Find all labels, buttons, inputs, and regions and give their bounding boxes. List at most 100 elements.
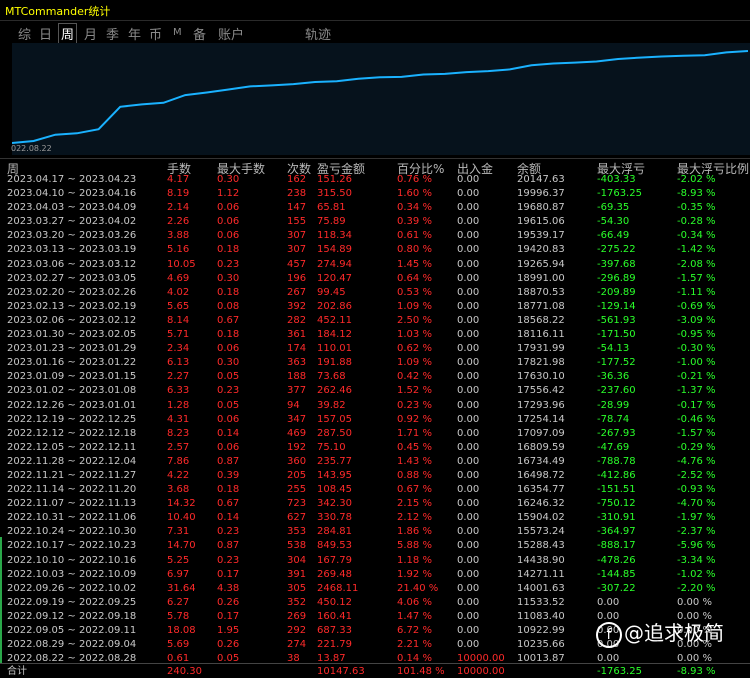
cell-deposit: 0.00 (457, 216, 480, 228)
table-row[interactable]: 2022.10.24 ~ 2022.10.30 7.31 0.23 353 284.81… (0, 525, 750, 539)
cell-lots: 6.27 (167, 596, 190, 608)
cell-max-drawdown-pct: -2.20 % (677, 582, 716, 594)
cell-trades: 147 (287, 202, 307, 214)
cell-balance: 17931.99 (517, 343, 565, 355)
table-row[interactable]: 2023.03.27 ~ 2023.04.02 2.26 0.06 155 75.89 0… (0, 215, 750, 229)
cell-percent: 1.86 % (397, 526, 432, 538)
footer-label: 合计 (7, 666, 27, 677)
cell-max-drawdown-pct: 0.00 % (677, 596, 712, 608)
cell-max-drawdown: -397.68 (597, 258, 636, 270)
cell-deposit: 0.00 (457, 582, 480, 594)
table-row[interactable]: 2023.02.27 ~ 2023.03.05 4.69 0.30 196 120.47… (0, 272, 750, 286)
cell-max-lots: 0.05 (217, 371, 240, 383)
table-row[interactable]: 2023.04.03 ~ 2023.04.09 2.14 0.06 147 65.81 0… (0, 201, 750, 215)
table-row[interactable]: 2022.12.12 ~ 2022.12.18 8.23 0.14 469 287.50… (0, 427, 750, 441)
cell-max-drawdown-pct: -4.70 % (677, 498, 716, 510)
cell-week: 2023.04.10 ~ 2023.04.16 (7, 188, 137, 200)
table-row[interactable]: 2022.10.31 ~ 2022.11.06 10.40 0.14 627 330.7… (0, 511, 750, 525)
cell-week: 2022.10.10 ~ 2022.10.16 (7, 554, 137, 566)
tab-day[interactable]: 日 (39, 24, 52, 43)
table-row[interactable]: 2023.03.06 ~ 2023.03.12 10.05 0.23 457 274.9… (0, 258, 750, 272)
cell-trades: 192 (287, 441, 307, 453)
cell-deposit: 0.00 (457, 188, 480, 200)
cell-lots: 4.22 (167, 469, 190, 481)
tab-notes[interactable]: 备 (193, 24, 206, 43)
tab-summary[interactable]: 综 (18, 24, 31, 43)
balance-line-plot (12, 50, 749, 144)
tab-year[interactable]: 年 (128, 24, 141, 43)
cell-lots: 7.31 (167, 526, 190, 538)
cell-max-lots: 0.30 (217, 174, 240, 185)
cell-lots: 4.69 (167, 272, 190, 284)
cell-max-lots: 0.67 (217, 314, 240, 326)
cell-percent: 2.15 % (397, 498, 432, 510)
cell-lots: 2.27 (167, 371, 190, 383)
tab-account[interactable]: 账户 (218, 24, 244, 43)
period-tabs: 综 日 周 月 季 年 币 M 备 账户 轨迹 (0, 22, 750, 44)
table-row[interactable]: 2023.01.30 ~ 2023.02.05 5.71 0.18 361 184.12… (0, 328, 750, 342)
table-row[interactable]: 2022.10.17 ~ 2022.10.23 14.70 0.87 538 849.5… (0, 539, 750, 553)
table-row[interactable]: 2022.10.10 ~ 2022.10.16 5.25 0.23 304 167.79… (0, 554, 750, 568)
cell-max-lots: 0.23 (217, 526, 240, 538)
table-row[interactable]: 2022.11.28 ~ 2022.12.04 7.86 0.87 360 235.77… (0, 455, 750, 469)
cell-week: 2023.04.03 ~ 2023.04.09 (7, 202, 137, 214)
cell-deposit: 0.00 (457, 540, 480, 552)
cell-balance: 10235.66 (517, 639, 565, 651)
cell-week: 2023.03.20 ~ 2023.03.26 (7, 230, 137, 242)
table-row[interactable]: 2023.04.10 ~ 2023.04.16 8.19 1.12 238 315.50… (0, 187, 750, 201)
tab-quarter[interactable]: 季 (106, 24, 119, 43)
table-row[interactable]: 2022.11.07 ~ 2022.11.13 14.32 0.67 723 342.3… (0, 497, 750, 511)
cell-week: 2022.10.31 ~ 2022.11.06 (7, 512, 137, 524)
cell-balance: 17254.14 (517, 413, 565, 425)
cell-balance: 19265.94 (517, 258, 565, 270)
table-row[interactable]: 2022.11.14 ~ 2022.11.20 3.68 0.18 255 108.45… (0, 483, 750, 497)
cell-balance: 19539.17 (517, 230, 565, 242)
table-row[interactable]: 2023.03.13 ~ 2023.03.19 5.16 0.18 307 154.89… (0, 243, 750, 257)
cell-max-lots: 0.06 (217, 202, 240, 214)
tab-magic[interactable]: M (173, 27, 182, 38)
cell-max-lots: 0.06 (217, 413, 240, 425)
table-row[interactable]: 2022.12.19 ~ 2022.12.25 4.31 0.06 347 157.05… (0, 413, 750, 427)
cell-max-drawdown-pct: -0.30 % (677, 343, 716, 355)
tab-month[interactable]: 月 (84, 24, 97, 43)
table-row[interactable]: 2023.04.17 ~ 2023.04.23 4.17 0.30 162 151.26… (0, 173, 750, 187)
cell-profit: 221.79 (317, 639, 352, 651)
table-row[interactable]: 2022.09.19 ~ 2022.09.25 6.27 0.26 352 450.12… (0, 596, 750, 610)
cell-lots: 31.64 (167, 582, 196, 594)
table-row[interactable]: 2023.01.02 ~ 2023.01.08 6.33 0.23 377 262.46… (0, 384, 750, 398)
cell-profit: 191.88 (317, 357, 352, 369)
table-row[interactable]: 2023.02.06 ~ 2023.02.12 8.14 0.67 282 452.11… (0, 314, 750, 328)
cell-percent: 5.88 % (397, 540, 432, 552)
cell-max-drawdown: -364.97 (597, 526, 636, 538)
table-row[interactable]: 2023.03.20 ~ 2023.03.26 3.88 0.06 307 118.34… (0, 229, 750, 243)
cell-week: 2023.01.09 ~ 2023.01.15 (7, 371, 137, 383)
cell-max-lots: 0.30 (217, 272, 240, 284)
cell-deposit: 0.00 (457, 385, 480, 397)
cell-percent: 2.12 % (397, 512, 432, 524)
cell-trades: 627 (287, 512, 307, 524)
tab-currency[interactable]: 币 (149, 24, 162, 43)
table-row[interactable]: 2023.01.16 ~ 2023.01.22 6.13 0.30 363 191.88… (0, 356, 750, 370)
tab-trajectory[interactable]: 轨迹 (305, 24, 331, 43)
table-row[interactable]: 2022.11.21 ~ 2022.11.27 4.22 0.39 205 143.95… (0, 469, 750, 483)
table-row[interactable]: 2023.02.20 ~ 2023.02.26 4.02 0.18 267 99.45 0… (0, 286, 750, 300)
table-row[interactable]: 2022.10.03 ~ 2022.10.09 6.97 0.17 391 269.48… (0, 568, 750, 582)
cell-profit: 284.81 (317, 526, 352, 538)
table-row[interactable]: 2023.02.13 ~ 2023.02.19 5.65 0.08 392 202.86… (0, 300, 750, 314)
table-row[interactable]: 2023.01.09 ~ 2023.01.15 2.27 0.05 188 73.68 0… (0, 370, 750, 384)
table-row[interactable]: 2022.09.26 ~ 2022.10.02 31.64 4.38 305 2468.… (0, 582, 750, 596)
table-row[interactable]: 2023.01.23 ~ 2023.01.29 2.34 0.06 174 110.01… (0, 342, 750, 356)
cell-percent: 0.62 % (397, 343, 432, 355)
cell-profit: 342.30 (317, 498, 352, 510)
table-row[interactable]: 2022.12.05 ~ 2022.12.11 2.57 0.06 192 75.10 0… (0, 441, 750, 455)
cell-trades: 282 (287, 314, 307, 326)
cell-lots: 4.17 (167, 174, 190, 185)
cell-profit: 118.34 (317, 230, 352, 242)
table-row[interactable]: 2022.12.26 ~ 2023.01.01 1.28 0.05 94 39.82 0.… (0, 399, 750, 413)
tab-week[interactable]: 周 (58, 23, 78, 44)
cell-balance: 19996.37 (517, 188, 565, 200)
cell-week: 2023.01.23 ~ 2023.01.29 (7, 343, 137, 355)
cell-deposit: 0.00 (457, 596, 480, 608)
cell-percent: 0.64 % (397, 272, 432, 284)
cell-trades: 353 (287, 526, 307, 538)
